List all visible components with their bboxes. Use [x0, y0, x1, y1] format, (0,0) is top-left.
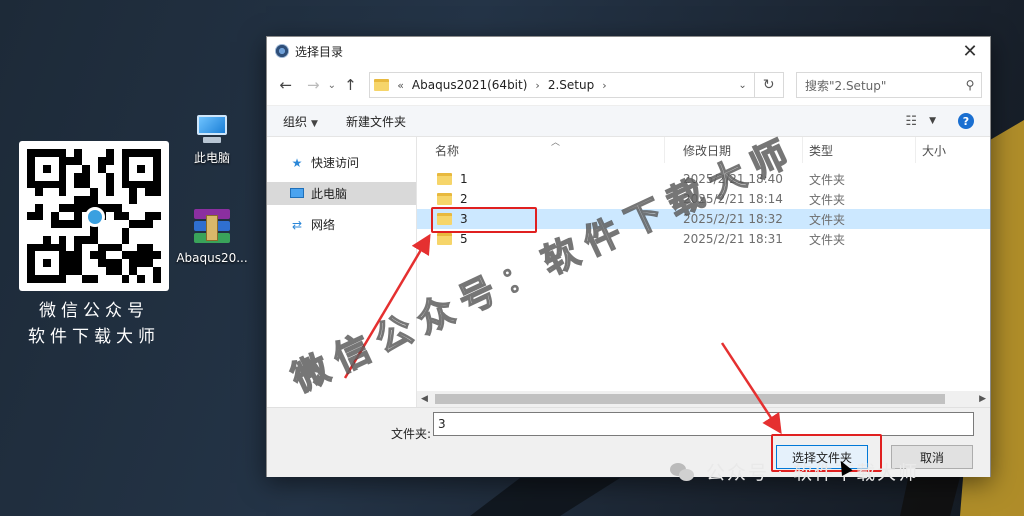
folder-icon: [374, 79, 390, 91]
back-arrow-icon[interactable]: ←: [275, 74, 297, 96]
file-name: 2: [460, 192, 468, 206]
folder-icon: [437, 193, 452, 205]
organize-menu-button[interactable]: 组织 ▼: [283, 113, 318, 130]
bottom-watermark: 公众号 · 软件下载大师: [670, 458, 919, 485]
qr-caption-line-1: 微信公众号: [39, 301, 149, 321]
navigation-bar: ← → ⌄ ↑ « Abaqus2021(64bit) › 2.Setup › …: [267, 65, 990, 105]
command-bar: 组织 ▼ 新建文件夹 ☷ ▼ ?: [267, 105, 990, 137]
dialog-title: 选择目录: [295, 44, 344, 59]
title-bar: 选择目录 ✕: [267, 37, 990, 65]
search-placeholder: 搜索"2.Setup": [804, 78, 887, 93]
folder-field-label: 文件夹:: [391, 427, 432, 441]
breadcrumb-setup[interactable]: 2.Setup: [548, 78, 594, 92]
recent-locations-chevron-icon[interactable]: ⌄: [324, 74, 340, 96]
network-icon: ⇄: [291, 217, 303, 232]
refresh-button[interactable]: ↻: [754, 72, 784, 98]
view-options-icon[interactable]: ☷: [905, 114, 917, 129]
horizontal-scrollbar[interactable]: ◀ ▶: [417, 391, 990, 407]
folder-field[interactable]: 3: [433, 412, 974, 436]
breadcrumb-separator-icon[interactable]: ›: [535, 79, 539, 92]
file-type: 文件夹: [809, 232, 846, 247]
highlight-box-folder-3: [431, 207, 537, 233]
overflow-chevron-icon[interactable]: «: [397, 79, 404, 92]
address-dropdown-icon[interactable]: ⌄: [732, 80, 754, 91]
file-name: 5: [460, 232, 468, 246]
computer-icon: [195, 115, 229, 145]
qr-code: [19, 141, 169, 291]
app-icon: [275, 44, 289, 58]
winrar-archive-icon: [192, 207, 232, 247]
file-type: 文件夹: [809, 212, 846, 227]
desktop-icon-label: 此电脑: [193, 151, 230, 165]
column-header-type[interactable]: 类型: [803, 137, 916, 163]
desktop-icon-this-pc[interactable]: 此电脑: [174, 115, 250, 166]
new-folder-button[interactable]: 新建文件夹: [346, 113, 406, 130]
nav-item-label: 此电脑: [311, 187, 348, 201]
nav-item-this-pc[interactable]: 此电脑: [267, 182, 416, 205]
star-icon: ★: [291, 155, 303, 170]
help-icon[interactable]: ?: [958, 113, 974, 129]
wechat-icon: [670, 461, 696, 483]
nav-item-quick-access[interactable]: ★ 快速访问: [267, 151, 416, 174]
nav-item-network[interactable]: ⇄ 网络: [267, 213, 416, 236]
search-input[interactable]: 搜索"2.Setup" ⚲: [795, 72, 982, 98]
breadcrumb-separator-icon[interactable]: ›: [602, 79, 606, 92]
bottom-watermark-text: 公众号 · 软件下载大师: [706, 462, 920, 484]
nav-item-label: 快速访问: [311, 156, 360, 170]
view-dropdown-caret-icon[interactable]: ▼: [929, 116, 936, 126]
desktop-icon-label: Abaqus20...: [176, 251, 248, 265]
close-button[interactable]: ✕: [950, 37, 990, 65]
forward-arrow-icon[interactable]: →: [303, 74, 325, 96]
column-header-size[interactable]: 大小: [916, 137, 976, 163]
organize-label: 组织: [283, 114, 308, 129]
up-arrow-icon[interactable]: ↑: [340, 74, 362, 96]
scroll-left-icon[interactable]: ◀: [421, 394, 428, 404]
file-date: 2025/2/21 18:31: [683, 232, 783, 246]
sort-indicator-icon: ︿: [551, 138, 561, 148]
file-type: 文件夹: [809, 172, 846, 187]
desktop-icon-abaqus-archive[interactable]: Abaqus20...: [174, 207, 250, 265]
file-type: 文件夹: [809, 192, 846, 207]
breadcrumb-abaqus[interactable]: Abaqus2021(64bit): [412, 78, 527, 92]
computer-icon: [289, 187, 305, 201]
dropdown-caret-icon: ▼: [311, 118, 318, 129]
qr-logo-icon: [85, 207, 105, 227]
address-bar[interactable]: « Abaqus2021(64bit) › 2.Setup › ⌄: [369, 72, 755, 98]
search-icon[interactable]: ⚲: [959, 78, 981, 92]
column-header-name[interactable]: 名称: [417, 137, 665, 163]
nav-item-label: 网络: [311, 218, 336, 232]
select-directory-dialog: 选择目录 ✕ ← → ⌄ ↑ « Abaqus2021(64bit) › 2.S…: [266, 36, 991, 477]
scroll-right-icon[interactable]: ▶: [979, 394, 986, 404]
scrollbar-thumb[interactable]: [435, 394, 945, 404]
folder-icon: [437, 173, 452, 185]
folder-icon: [437, 233, 452, 245]
qr-caption-line-2: 软件下载大师: [28, 327, 160, 347]
file-name: 1: [460, 172, 468, 186]
